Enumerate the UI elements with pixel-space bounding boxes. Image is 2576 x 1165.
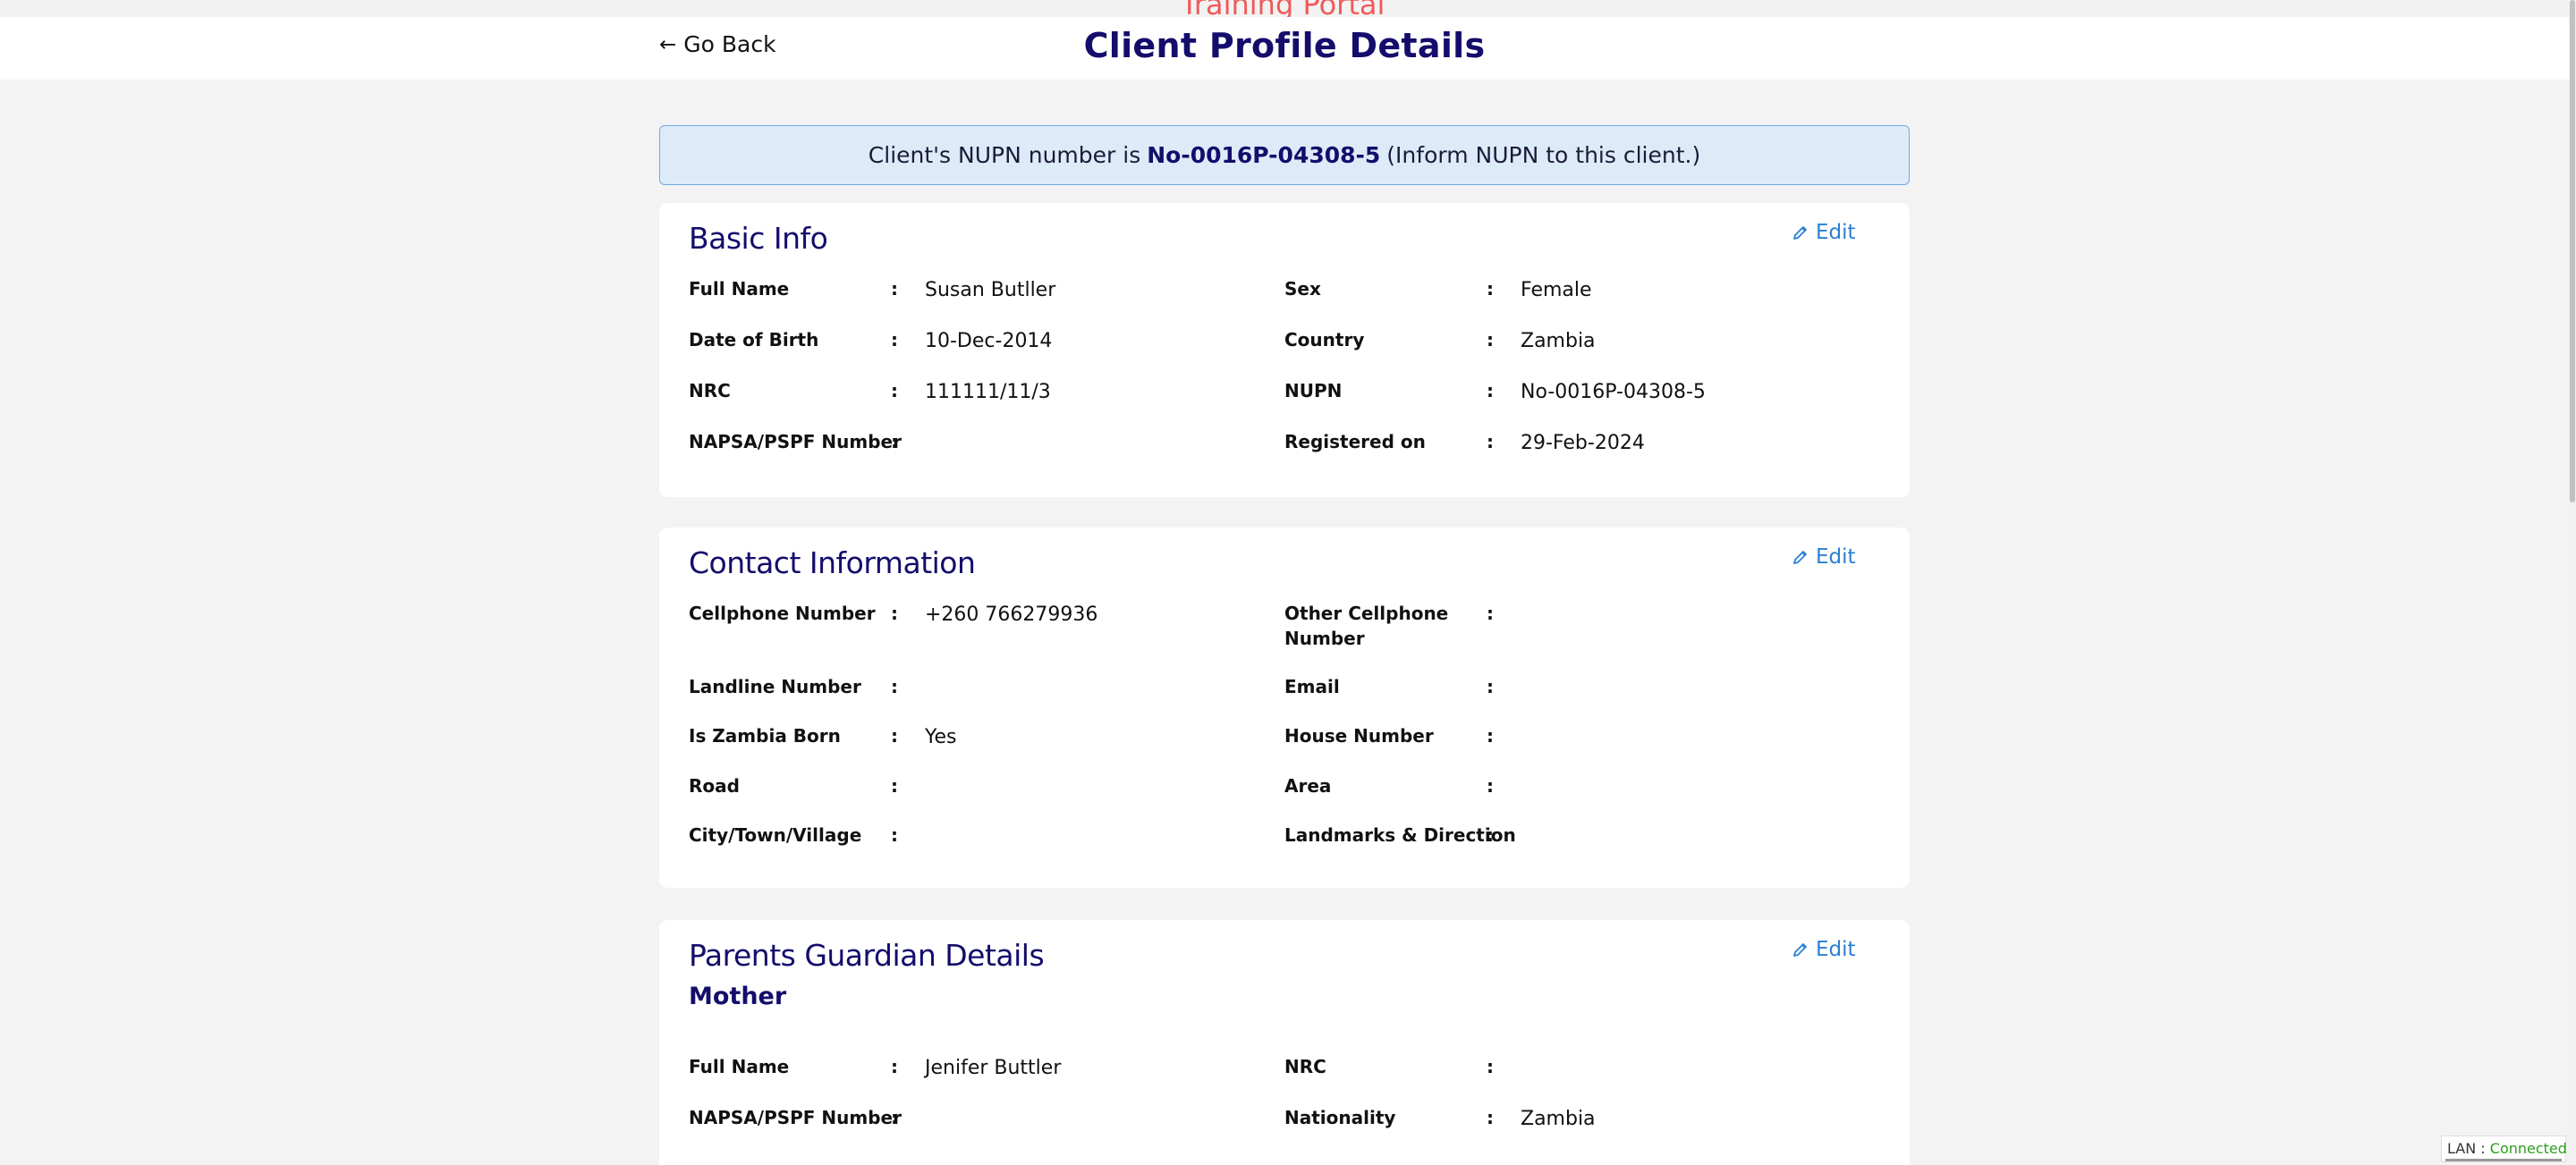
- field-colon: :: [1487, 431, 1494, 452]
- pencil-icon: [1793, 226, 1807, 240]
- lan-status-indicator: LAN : Connected: [2441, 1135, 2567, 1162]
- field-label: Cellphone Number: [689, 603, 876, 624]
- field-colon: :: [891, 278, 898, 300]
- field-colon: :: [1487, 278, 1494, 300]
- field-label: NRC: [1284, 1056, 1326, 1077]
- field-colon: :: [891, 725, 898, 747]
- field-colon: :: [891, 329, 898, 350]
- field-value: Zambia: [1521, 1108, 1596, 1130]
- field-value: 10-Dec-2014: [925, 330, 1053, 352]
- nupn-notice-suffix: (Inform NUPN to this client.): [1386, 142, 1701, 168]
- parents-subtitle-mother: Mother: [689, 983, 787, 1010]
- field-label: Area: [1284, 775, 1332, 797]
- field-label: Full Name: [689, 278, 790, 300]
- contact-info-title: Contact Information: [689, 545, 976, 580]
- field-value: Yes: [925, 726, 957, 748]
- field-label: Full Name: [689, 1056, 790, 1077]
- field-label: Is Zambia Born: [689, 725, 841, 747]
- field-value: No-0016P-04308-5: [1521, 381, 1706, 403]
- field-label: Other Cellphone: [1284, 603, 1449, 624]
- field-label: NUPN: [1284, 380, 1343, 401]
- field-colon: :: [891, 1056, 898, 1077]
- contact-info-card: Contact Information Edit Cellphone Numbe…: [659, 528, 1910, 888]
- field-colon: :: [1487, 775, 1494, 797]
- field-value: Susan Butller: [925, 279, 1056, 301]
- field-colon: :: [1487, 329, 1494, 350]
- lan-value: Connected: [2489, 1140, 2567, 1157]
- field-colon: :: [891, 431, 898, 452]
- field-colon: :: [1487, 1107, 1494, 1128]
- nupn-notice-prefix: Client's NUPN number is: [868, 142, 1141, 168]
- field-colon: :: [1487, 380, 1494, 401]
- field-label: House Number: [1284, 725, 1434, 747]
- field-colon: :: [1487, 824, 1494, 846]
- lan-status-bar: [2445, 1159, 2562, 1161]
- contact-info-edit-button[interactable]: Edit: [1792, 545, 1856, 569]
- field-label: Registered on: [1284, 431, 1426, 452]
- field-colon: :: [1487, 603, 1494, 624]
- field-value: Jenifer Buttler: [925, 1057, 1062, 1079]
- field-value: 111111/11/3: [925, 381, 1051, 403]
- field-colon: :: [891, 1107, 898, 1128]
- basic-info-edit-button[interactable]: Edit: [1792, 221, 1856, 244]
- nupn-notice-number: No-0016P-04308-5: [1147, 142, 1381, 168]
- basic-info-title: Basic Info: [689, 221, 828, 256]
- field-colon: :: [1487, 1056, 1494, 1077]
- field-label: NRC: [689, 380, 731, 401]
- field-value: +260 766279936: [925, 604, 1098, 626]
- basic-info-edit-label: Edit: [1816, 221, 1856, 244]
- field-value: Zambia: [1521, 330, 1596, 352]
- field-label: Landline Number: [689, 676, 861, 697]
- parents-title: Parents Guardian Details: [689, 938, 1045, 973]
- field-label: NAPSA/PSPF Number: [689, 1107, 902, 1128]
- field-label: Email: [1284, 676, 1340, 697]
- field-label: City/Town/Village: [689, 824, 862, 846]
- lan-label: LAN :: [2447, 1140, 2486, 1157]
- field-label-line-2: Number: [1284, 628, 1365, 649]
- field-colon: :: [1487, 725, 1494, 747]
- scrollbar-thumb[interactable]: [2570, 0, 2575, 502]
- field-label: Landmarks & Direction: [1284, 824, 1516, 846]
- field-colon: :: [891, 676, 898, 697]
- field-label: NAPSA/PSPF Number: [689, 431, 902, 452]
- field-label: Road: [689, 775, 740, 797]
- field-label: Country: [1284, 329, 1365, 350]
- field-colon: :: [891, 603, 898, 624]
- field-label: Nationality: [1284, 1107, 1396, 1128]
- field-colon: :: [1487, 676, 1494, 697]
- pencil-icon: [1793, 943, 1807, 957]
- field-value: Female: [1521, 279, 1592, 301]
- field-label: Date of Birth: [689, 329, 819, 350]
- portal-banner: Training Portal: [0, 0, 2576, 17]
- portal-banner-text: Training Portal: [1181, 0, 1385, 17]
- parents-edit-label: Edit: [1816, 938, 1856, 961]
- pencil-icon: [1793, 551, 1807, 564]
- page-title: Client Profile Details: [1083, 26, 1486, 65]
- nupn-notice: Client's NUPN number is No-0016P-04308-5…: [659, 125, 1910, 185]
- parents-guardian-card: Parents Guardian Details Mother Edit Ful…: [659, 920, 1910, 1165]
- field-label: Sex: [1284, 278, 1321, 300]
- basic-info-card: Basic Info Edit Full Name : Susan Butlle…: [659, 203, 1910, 497]
- field-colon: :: [891, 824, 898, 846]
- field-colon: :: [891, 775, 898, 797]
- header-bar: ← Go Back Client Profile Details: [0, 17, 2569, 80]
- parents-edit-button[interactable]: Edit: [1792, 938, 1856, 961]
- field-colon: :: [891, 380, 898, 401]
- field-value: 29-Feb-2024: [1521, 432, 1645, 454]
- page-scrollbar[interactable]: [2569, 0, 2576, 1165]
- contact-info-edit-label: Edit: [1816, 545, 1856, 569]
